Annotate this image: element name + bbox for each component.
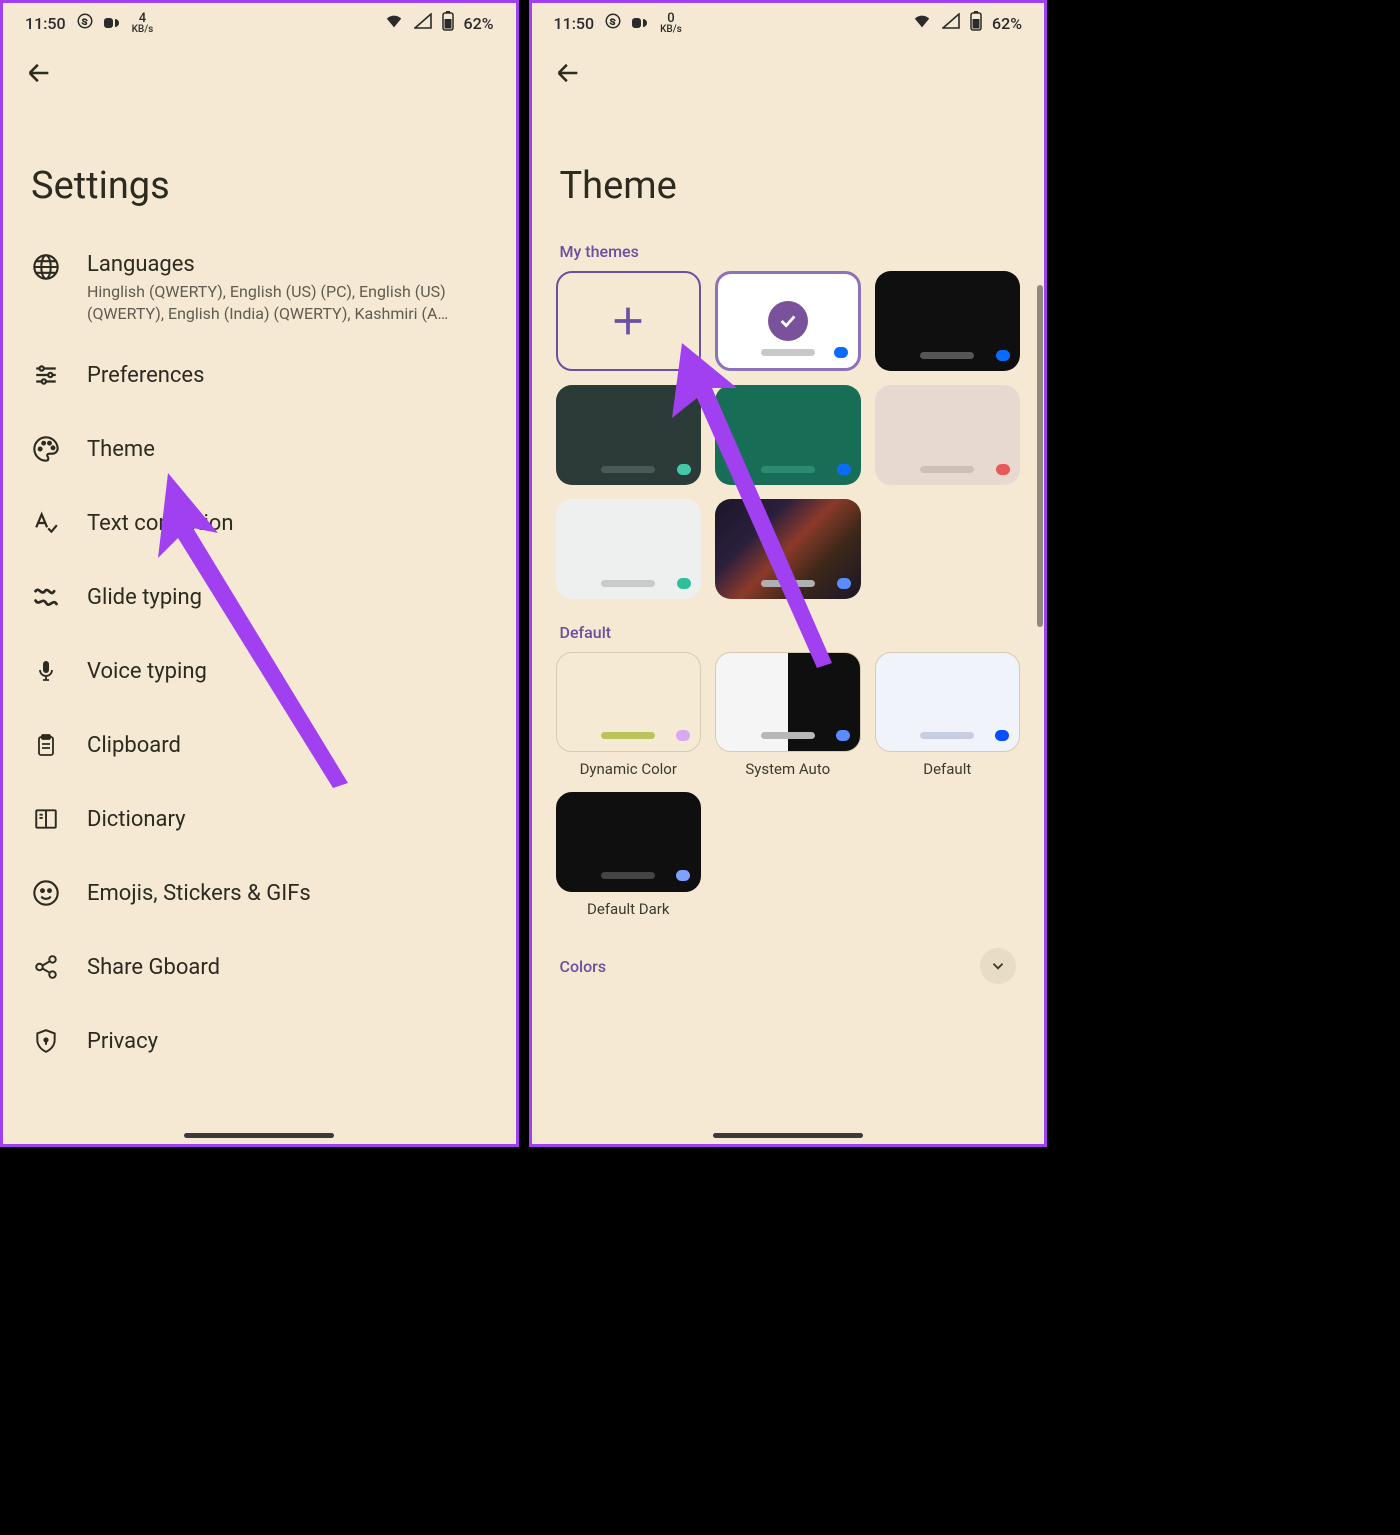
battery-percent: 62% xyxy=(992,14,1022,33)
settings-screen: 11:50 4 KB/s 62% xyxy=(0,0,519,1147)
globe-icon xyxy=(31,252,61,282)
sliders-icon xyxy=(31,360,61,390)
add-theme-card[interactable] xyxy=(556,271,702,371)
status-time: 11:50 xyxy=(25,14,66,33)
setting-label: Preferences xyxy=(87,363,204,388)
back-button[interactable] xyxy=(554,72,582,91)
share-icon xyxy=(31,952,61,982)
whatsapp-icon xyxy=(604,12,622,34)
battery-percent: 62% xyxy=(464,14,494,33)
default-card-label: Default xyxy=(875,760,1021,778)
default-card-label: Default Dark xyxy=(556,900,702,918)
setting-label: Clipboard xyxy=(87,733,181,758)
theme-card-image[interactable] xyxy=(715,499,861,599)
signal-icon xyxy=(414,13,432,33)
setting-label: Dictionary xyxy=(87,807,186,832)
wifi-icon xyxy=(384,13,404,33)
status-bar: 11:50 0 KB/s 62% xyxy=(532,3,1045,41)
setting-languages[interactable]: Languages Hinglish (QWERTY), English (US… xyxy=(3,238,516,338)
theme-card[interactable] xyxy=(556,499,702,599)
page-title: Theme xyxy=(532,109,1045,238)
theme-screen: 11:50 0 KB/s 62% Theme My themes xyxy=(529,0,1048,1147)
chevron-down-icon xyxy=(989,957,1007,975)
setting-clipboard[interactable]: Clipboard xyxy=(3,708,516,782)
gesture-icon xyxy=(31,582,61,612)
section-my-themes: My themes xyxy=(532,238,1045,271)
default-card-label: System Auto xyxy=(715,760,861,778)
page-title: Settings xyxy=(3,109,516,238)
status-data-speed: 0 KB/s xyxy=(660,12,682,35)
checkmark-icon xyxy=(768,301,808,341)
default-card-system-auto[interactable] xyxy=(715,652,861,752)
section-colors: Colors xyxy=(560,957,607,976)
scrollbar[interactable] xyxy=(1037,285,1043,627)
setting-glide-typing[interactable]: Glide typing xyxy=(3,560,516,634)
battery-icon xyxy=(970,11,982,35)
setting-dictionary[interactable]: Dictionary xyxy=(3,782,516,856)
setting-label: Share Gboard xyxy=(87,955,220,980)
section-default: Default xyxy=(532,619,1045,652)
nav-handle[interactable] xyxy=(184,1133,334,1138)
status-pill-icon xyxy=(632,14,650,33)
setting-theme[interactable]: Theme xyxy=(3,412,516,486)
signal-icon xyxy=(942,13,960,33)
status-data-speed: 4 KB/s xyxy=(132,12,154,35)
setting-share[interactable]: Share Gboard xyxy=(3,930,516,1004)
setting-label: Text correction xyxy=(87,511,234,536)
default-card-label: Dynamic Color xyxy=(556,760,702,778)
status-bar: 11:50 4 KB/s 62% xyxy=(3,3,516,41)
expand-colors-button[interactable] xyxy=(980,948,1016,984)
palette-icon xyxy=(31,434,61,464)
setting-label: Theme xyxy=(87,437,155,462)
setting-preferences[interactable]: Preferences xyxy=(3,338,516,412)
setting-emojis[interactable]: Emojis, Stickers & GIFs xyxy=(3,856,516,930)
book-icon xyxy=(31,804,61,834)
default-card-default[interactable] xyxy=(875,652,1021,752)
setting-sublabel: Hinglish (QWERTY), English (US) (PC), En… xyxy=(87,281,488,324)
my-themes-grid xyxy=(532,271,1045,619)
setting-label: Emojis, Stickers & GIFs xyxy=(87,881,311,906)
default-card-dynamic[interactable] xyxy=(556,652,702,752)
setting-label: Privacy xyxy=(87,1029,158,1054)
setting-label: Voice typing xyxy=(87,659,207,684)
emoji-icon xyxy=(31,878,61,908)
clipboard-icon xyxy=(31,730,61,760)
default-card-default-dark[interactable] xyxy=(556,792,702,892)
back-button[interactable] xyxy=(25,72,53,91)
theme-card[interactable] xyxy=(875,385,1021,485)
mic-icon xyxy=(31,656,61,686)
default-grid: Dynamic Color System Auto Default Defa xyxy=(532,652,1045,938)
setting-label: Glide typing xyxy=(87,585,202,610)
plus-icon xyxy=(608,301,648,341)
setting-label: Languages xyxy=(87,252,488,277)
whatsapp-icon xyxy=(76,12,94,34)
setting-text-correction[interactable]: Text correction xyxy=(3,486,516,560)
setting-voice-typing[interactable]: Voice typing xyxy=(3,634,516,708)
battery-icon xyxy=(442,11,454,35)
theme-card[interactable] xyxy=(875,271,1021,371)
status-time: 11:50 xyxy=(554,14,595,33)
shield-icon xyxy=(31,1026,61,1056)
theme-card-selected[interactable] xyxy=(715,271,861,371)
spellcheck-icon xyxy=(31,508,61,538)
status-pill-icon xyxy=(104,14,122,33)
wifi-icon xyxy=(912,13,932,33)
theme-card[interactable] xyxy=(715,385,861,485)
nav-handle[interactable] xyxy=(713,1133,863,1138)
setting-privacy[interactable]: Privacy xyxy=(3,1004,516,1078)
theme-card[interactable] xyxy=(556,385,702,485)
